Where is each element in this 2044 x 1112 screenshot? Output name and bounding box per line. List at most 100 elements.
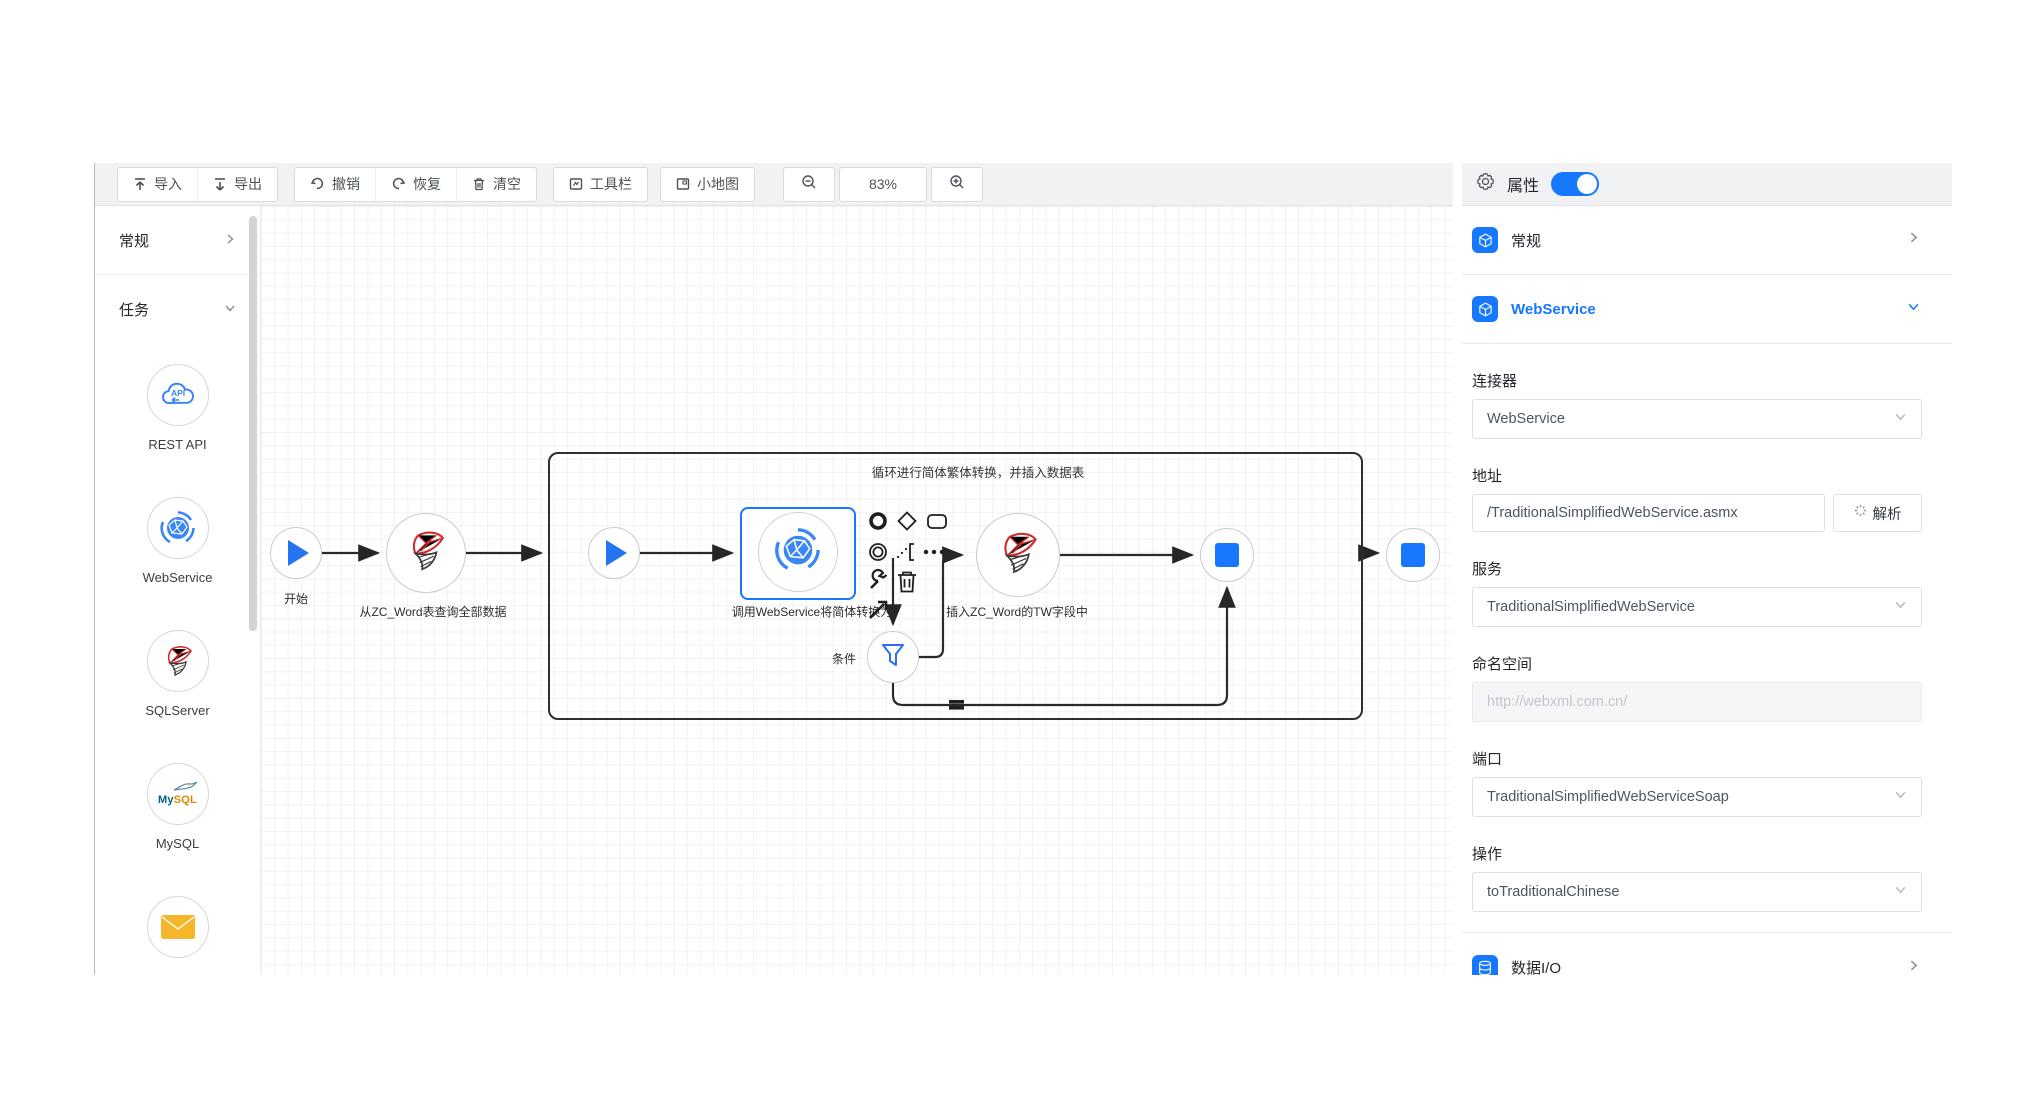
shape-rect-icon[interactable] [926,513,948,530]
zoom-in-button[interactable] [931,167,983,202]
clear-label: 清空 [493,174,521,194]
insert-sql-node[interactable] [976,513,1060,597]
minimap-button[interactable]: 小地图 [661,168,754,201]
canvas-toolbar: 导入 导出 撤销 恢复 清空 [95,163,1453,206]
namespace-placeholder: http://webxml.com.cn/ [1487,694,1627,710]
palette-item-list: API REST API WebService SQLServer [95,343,260,1029]
panel-section-data-io-label: 数据I/O [1511,957,1894,975]
trash-icon [472,177,486,191]
parse-button[interactable]: 解析 [1833,494,1922,532]
panel-section-general[interactable]: 常规 [1462,206,1952,275]
import-button[interactable]: 导入 [118,168,197,201]
sidebar-section-general-label: 常规 [119,230,149,251]
export-button[interactable]: 导出 [197,168,277,201]
properties-title: 属性 [1507,172,1539,196]
webservice-form: 连接器 WebService 地址 /TraditionalSimplified… [1462,344,1952,912]
palette-item-sqlserver[interactable]: SQLServer [145,630,209,763]
loop-stop-node[interactable] [1200,528,1254,582]
address-field-label: 地址 [1472,465,1922,486]
palette-item-rest-api[interactable]: API REST API [147,364,209,497]
loop-group-title: 循环进行简体繁体转换，并插入数据表 [872,462,1085,481]
app-window: 导入 导出 撤销 恢复 清空 [94,163,1952,975]
minimap-icon [676,177,690,191]
chevron-down-icon [1894,883,1907,901]
end-node[interactable] [1386,528,1440,582]
start-node-label: 开始 [284,590,308,607]
sidebar-scrollbar-thumb[interactable] [249,216,257,631]
chevron-down-icon [1907,300,1920,318]
zoom-out-button[interactable] [783,167,835,202]
palette-item-label: SQLServer [145,703,209,718]
shape-circle-icon[interactable] [868,511,888,531]
more-dots-icon[interactable] [922,548,946,556]
loop-group-node[interactable] [548,452,1363,720]
palette-item-label: WebService [143,570,213,585]
webservice-node[interactable] [758,512,838,592]
connect-arrow-icon[interactable] [866,596,892,622]
port-ring-icon[interactable] [868,542,888,562]
zoom-level[interactable]: 83% [839,167,927,202]
panel-section-webservice[interactable]: WebService [1462,275,1952,344]
panel-section-general-label: 常规 [1511,230,1894,251]
cube-icon [1472,296,1498,322]
wrench-icon[interactable] [867,568,891,592]
history-group: 撤销 恢复 清空 [294,167,537,202]
sidebar-section-general[interactable]: 常规 [95,206,260,275]
port-select[interactable]: TraditionalSimplifiedWebServiceSoap [1472,777,1922,817]
redo-icon [391,177,406,191]
flow-canvas[interactable]: 循环进行简体繁体转换，并插入数据表 开始 从ZC_Word表查询全部数据 调用W… [261,206,1453,975]
condition-node[interactable] [867,631,919,683]
start-node[interactable] [270,527,322,579]
chevron-down-icon [1894,598,1907,616]
shape-diamond-icon[interactable] [896,510,918,532]
palette-item-email[interactable] [147,896,209,1029]
zoom-in-icon [949,174,965,195]
database-icon [1472,955,1498,976]
bracket-insert-icon[interactable] [895,541,917,563]
export-icon [213,177,227,191]
delete-trash-icon[interactable] [896,570,918,594]
toolbar-toggle-button[interactable]: 工具栏 [554,168,647,201]
stop-icon [1401,543,1425,567]
toggle-knob [1577,174,1597,194]
service-select[interactable]: TraditionalSimplifiedWebService [1472,587,1922,627]
editor-area: 导入 导出 撤销 恢复 清空 [94,163,1453,975]
address-input[interactable]: /TraditionalSimplifiedWebService.asmx [1472,494,1825,532]
loop-start-node[interactable] [588,527,640,579]
sqlserver-icon [991,526,1045,585]
clear-button[interactable]: 清空 [456,168,536,201]
operation-select[interactable]: toTraditionalChinese [1472,872,1922,912]
port-select-value: TraditionalSimplifiedWebServiceSoap [1487,789,1729,805]
undo-icon [310,177,325,191]
palette-item-mysql[interactable]: MySQL MySQL [147,763,209,896]
parse-sparkle-icon [1854,504,1867,522]
sidebar-section-tasks[interactable]: 任务 [95,275,260,343]
properties-panel: 属性 常规 WebService 连接器 WebService 地址 [1462,163,1952,975]
panel-section-data-io[interactable]: 数据I/O [1462,933,1952,975]
insert-sql-node-label: 插入ZC_Word的TW字段中 [946,603,1088,620]
import-icon [133,177,147,191]
query-sql-node[interactable] [386,513,466,593]
connector-select[interactable]: WebService [1472,399,1922,439]
panel-section-webservice-label: WebService [1511,301,1894,318]
mysql-icon: MySQL [147,763,209,825]
chevron-down-icon [1894,410,1907,428]
palette-item-webservice[interactable]: WebService [143,497,213,630]
sqlserver-icon [147,630,209,692]
condition-node-label: 条件 [832,650,856,667]
properties-toggle[interactable] [1551,172,1599,196]
operation-select-value: toTraditionalChinese [1487,884,1619,900]
operation-field-label: 操作 [1472,843,1922,864]
redo-button[interactable]: 恢复 [375,168,456,201]
palette-item-label: MySQL [156,836,199,851]
node-palette-sidebar: 常规 任务 API REST API WebService [95,206,261,975]
minimap-group: 小地图 [660,167,755,202]
cube-icon [1472,227,1498,253]
undo-button[interactable]: 撤销 [295,168,375,201]
stop-icon [1215,543,1239,567]
gear-icon [1476,172,1495,196]
play-icon [606,540,627,566]
toolbar-toggle-group: 工具栏 [553,167,648,202]
service-select-value: TraditionalSimplifiedWebService [1487,599,1695,615]
connector-field-label: 连接器 [1472,370,1922,391]
